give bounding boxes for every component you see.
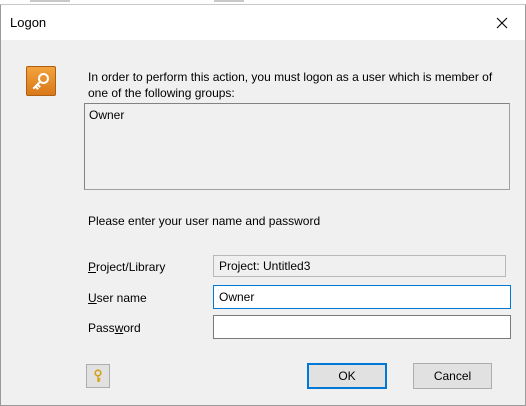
title-bar: Logon (1, 5, 525, 40)
logon-dialog: Logon In order to perform this action, y… (0, 4, 526, 406)
close-icon (496, 17, 508, 28)
list-item: Owner (89, 108, 125, 122)
username-label: User name (88, 291, 147, 305)
ok-button[interactable]: OK (307, 363, 387, 389)
dialog-title: Logon (10, 15, 47, 30)
close-button[interactable] (479, 5, 525, 40)
key-small-icon (94, 369, 102, 382)
credentials-prompt: Please enter your user name and password (88, 214, 321, 228)
password-label: Password (88, 321, 141, 335)
key-icon (26, 66, 56, 96)
password-input[interactable] (213, 315, 511, 339)
project-library-label: Project/Library (88, 260, 166, 274)
background-line (30, 0, 70, 2)
username-input[interactable] (213, 285, 511, 309)
groups-list[interactable]: Owner (84, 103, 510, 190)
project-library-field: Project: Untitled3 (213, 255, 506, 277)
cancel-button[interactable]: Cancel (413, 363, 492, 389)
message-text: In order to perform this action, you mus… (88, 70, 493, 100)
background-line (214, 0, 244, 2)
password-hint-button[interactable] (86, 364, 110, 388)
